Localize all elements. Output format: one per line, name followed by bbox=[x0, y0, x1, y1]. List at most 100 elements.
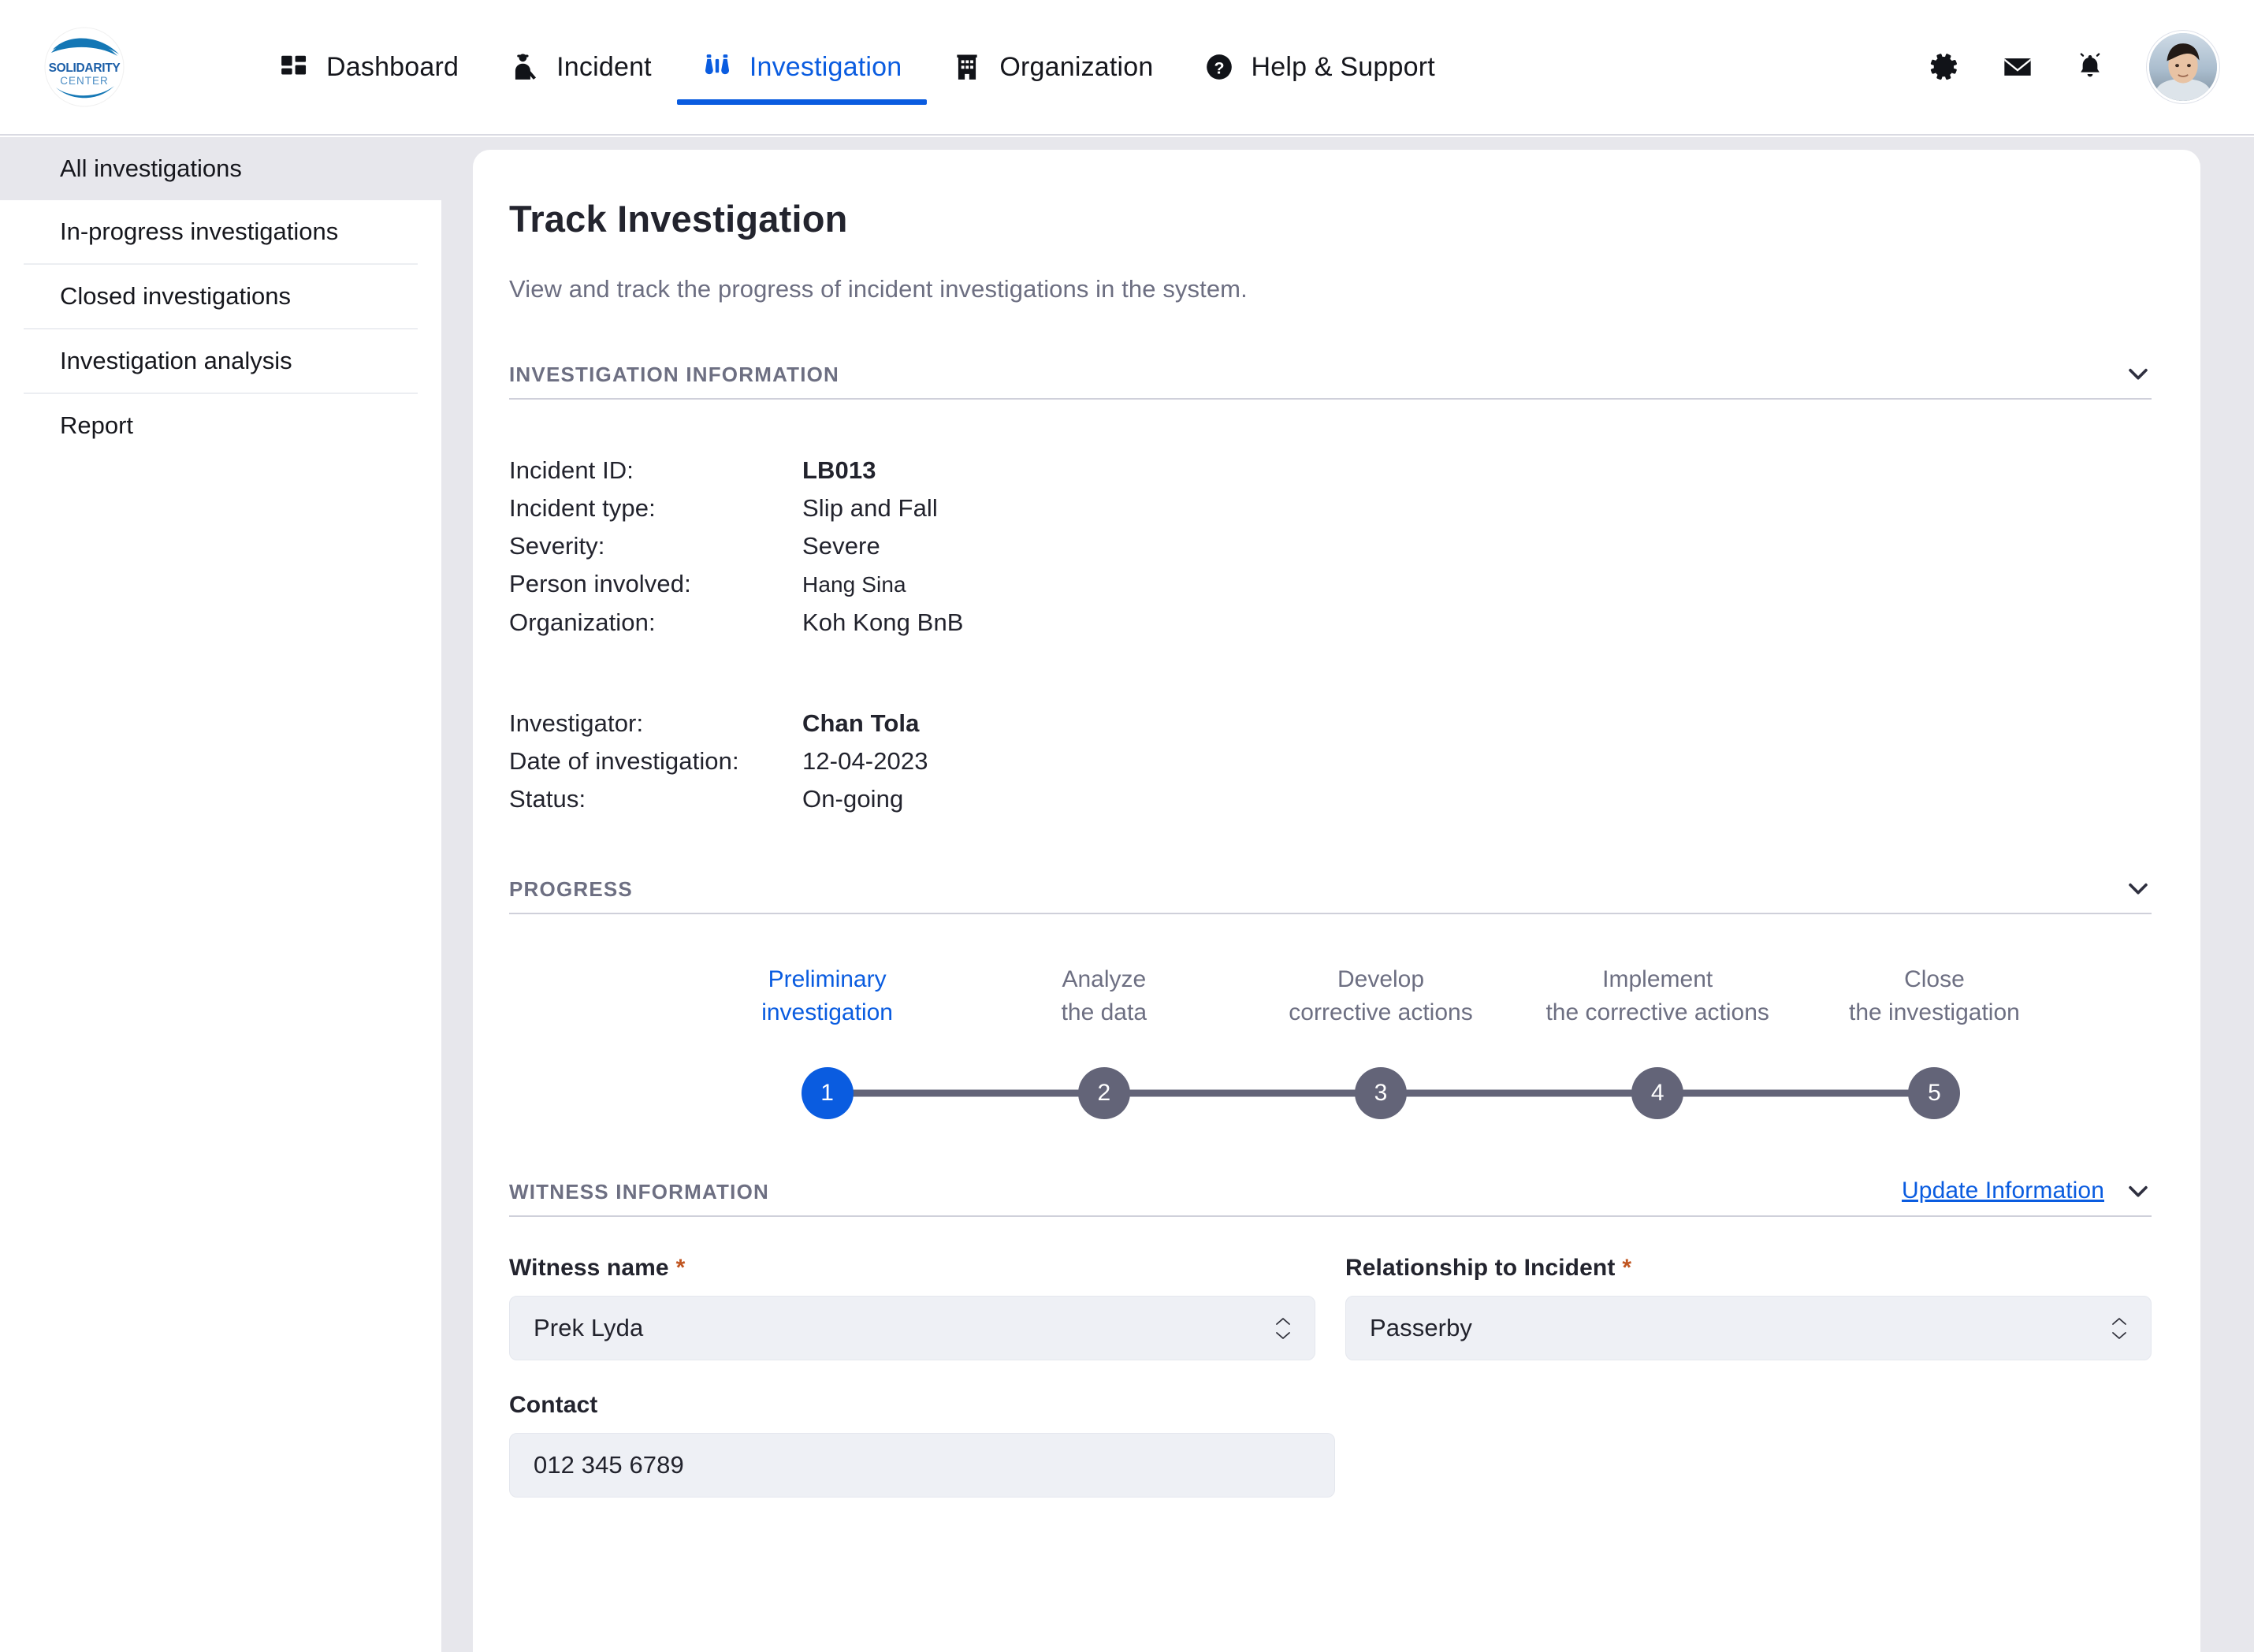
gear-icon[interactable] bbox=[1929, 51, 1961, 83]
info-label: Date of investigation: bbox=[509, 747, 739, 775]
top-bar-actions bbox=[1929, 31, 2219, 103]
sidebar-item-label: All investigations bbox=[60, 154, 242, 182]
top-nav-items: Dashboard Incident Investigation Organiz… bbox=[254, 23, 1460, 111]
info-value: Hang Sina bbox=[802, 572, 906, 597]
info-row-severity: Severity: Severe bbox=[509, 527, 2152, 565]
nav-item-incident[interactable]: Incident bbox=[484, 23, 677, 111]
dashboard-icon bbox=[279, 52, 309, 82]
incident-details-group: Incident ID: LB013 Incident type: Slip a… bbox=[509, 452, 2152, 642]
nav-item-dashboard[interactable]: Dashboard bbox=[254, 23, 484, 111]
step-label-line1: Preliminary bbox=[768, 966, 887, 992]
sidebar: All investigations In-progress investiga… bbox=[0, 137, 441, 1652]
step-circle-2[interactable]: 2 bbox=[1077, 1067, 1130, 1119]
sidebar-item-label: Closed investigations bbox=[60, 282, 291, 310]
sidebar-item-in-progress-investigations[interactable]: In-progress investigations bbox=[0, 200, 441, 263]
info-label: Status: bbox=[509, 785, 586, 813]
sidebar-item-report[interactable]: Report bbox=[0, 394, 441, 457]
info-value: Chan Tola bbox=[802, 709, 920, 737]
field-contact: Contact 012 345 6789 bbox=[509, 1392, 1335, 1498]
sidebar-item-all-investigations[interactable]: All investigations bbox=[0, 137, 441, 200]
update-information-link[interactable]: Update Information bbox=[1902, 1178, 2104, 1204]
section-header-investigation-information: INVESTIGATION INFORMATION bbox=[509, 360, 2152, 400]
nav-item-incident-label: Incident bbox=[556, 51, 652, 82]
page-subtitle: View and track the progress of incident … bbox=[509, 275, 1248, 303]
chevron-updown-icon bbox=[2108, 1316, 2130, 1341]
field-label-relationship: Relationship to Incident * bbox=[1345, 1255, 2152, 1282]
info-label: Incident ID: bbox=[509, 456, 634, 484]
info-row-incident-type: Incident type: Slip and Fall bbox=[509, 489, 2152, 527]
nav-item-dashboard-label: Dashboard bbox=[326, 51, 459, 82]
witness-name-select[interactable]: Prek Lyda bbox=[509, 1296, 1315, 1360]
user-avatar[interactable] bbox=[2147, 31, 2219, 103]
sidebar-item-label: In-progress investigations bbox=[60, 218, 339, 245]
contact-input[interactable]: 012 345 6789 bbox=[509, 1433, 1335, 1498]
sidebar-item-closed-investigations[interactable]: Closed investigations bbox=[0, 265, 441, 328]
step-label-2: Analyze the data bbox=[965, 963, 1242, 1029]
section-header-progress: PROGRESS bbox=[509, 875, 2152, 914]
relationship-value: Passerby bbox=[1370, 1314, 1473, 1341]
svg-text:CENTER: CENTER bbox=[60, 75, 109, 87]
info-label: Incident type: bbox=[509, 494, 656, 522]
step-label-line2: corrective actions bbox=[1289, 999, 1473, 1025]
info-row-organization: Organization: Koh Kong BnB bbox=[509, 604, 2152, 642]
step-label-line1: Develop bbox=[1337, 966, 1425, 992]
chevron-down-icon[interactable] bbox=[2125, 360, 2152, 387]
sidebar-item-investigation-analysis[interactable]: Investigation analysis bbox=[0, 329, 441, 393]
nav-item-investigation-label: Investigation bbox=[749, 51, 902, 82]
section-title: WITNESS INFORMATION bbox=[509, 1180, 769, 1204]
step-node-1: 1 bbox=[689, 1067, 1104, 1119]
binoculars-icon bbox=[702, 52, 732, 82]
field-label-text: Witness name bbox=[509, 1255, 669, 1281]
required-asterisk: * bbox=[675, 1255, 686, 1281]
nav-item-investigation[interactable]: Investigation bbox=[676, 23, 928, 111]
chevron-down-icon[interactable] bbox=[2125, 875, 2152, 902]
info-label: Organization: bbox=[509, 608, 656, 636]
step-circle-3[interactable]: 3 bbox=[1355, 1067, 1407, 1119]
sidebar-item-label: Investigation analysis bbox=[60, 347, 292, 374]
field-label-text: Contact bbox=[509, 1392, 598, 1418]
info-row-date-of-investigation: Date of investigation: 12-04-2023 bbox=[509, 742, 2152, 780]
relationship-select[interactable]: Passerby bbox=[1345, 1296, 2152, 1360]
info-row-person-involved: Person involved: Hang Sina bbox=[509, 565, 2152, 604]
top-navigation-bar: SOLIDARITY CENTER Dashboard Incident Inv… bbox=[0, 0, 2254, 136]
witness-form-row-2: Contact 012 345 6789 bbox=[509, 1392, 2152, 1498]
nav-item-organization-label: Organization bbox=[999, 51, 1154, 82]
info-value: 12-04-2023 bbox=[802, 747, 928, 775]
required-asterisk: * bbox=[1622, 1255, 1632, 1281]
info-value: LB013 bbox=[802, 456, 876, 484]
section-header-witness-information: WITNESS INFORMATION Update Information bbox=[509, 1178, 2152, 1217]
info-label: Severity: bbox=[509, 532, 605, 560]
solidarity-center-logo-icon: SOLIDARITY CENTER bbox=[43, 26, 125, 108]
bell-icon[interactable] bbox=[2074, 51, 2106, 83]
info-label: Investigator: bbox=[509, 709, 644, 737]
info-value: Slip and Fall bbox=[802, 494, 938, 522]
step-label-line2: the corrective actions bbox=[1545, 999, 1769, 1025]
step-circle-5[interactable]: 5 bbox=[1908, 1067, 1961, 1119]
step-circle-1[interactable]: 1 bbox=[801, 1067, 854, 1119]
nav-item-organization[interactable]: Organization bbox=[927, 23, 1178, 111]
page-title: Track Investigation bbox=[509, 198, 848, 240]
question-circle-icon: ? bbox=[1204, 52, 1234, 82]
brand-logo[interactable]: SOLIDARITY CENTER bbox=[17, 26, 151, 108]
step-label-line2: investigation bbox=[761, 999, 893, 1025]
step-label-line1: Close bbox=[1904, 966, 1965, 992]
contact-value: 012 345 6789 bbox=[534, 1451, 684, 1479]
step-label-line1: Implement bbox=[1602, 966, 1713, 992]
stepper-labels: Preliminary investigation Analyze the da… bbox=[689, 963, 2073, 1029]
info-value: Severe bbox=[802, 532, 880, 560]
step-label-line2: the investigation bbox=[1849, 999, 2020, 1025]
step-node-2: 2 bbox=[965, 1067, 1381, 1119]
envelope-icon[interactable] bbox=[2002, 51, 2033, 83]
info-row-investigator: Investigator: Chan Tola bbox=[509, 705, 2152, 742]
main-content-card: Track Investigation View and track the p… bbox=[473, 150, 2200, 1652]
step-label-line2: the data bbox=[1061, 999, 1147, 1025]
investigator-details-group: Investigator: Chan Tola Date of investig… bbox=[509, 705, 2152, 818]
chevron-down-icon[interactable] bbox=[2125, 1178, 2152, 1204]
svg-text:?: ? bbox=[1214, 59, 1224, 78]
info-label: Person involved: bbox=[509, 570, 691, 597]
step-circle-4[interactable]: 4 bbox=[1631, 1067, 1684, 1119]
field-label-witness-name: Witness name * bbox=[509, 1255, 1315, 1282]
incident-person-icon bbox=[509, 52, 539, 82]
nav-item-help-support[interactable]: ? Help & Support bbox=[1179, 23, 1460, 111]
field-witness-name: Witness name * Prek Lyda bbox=[509, 1255, 1315, 1360]
